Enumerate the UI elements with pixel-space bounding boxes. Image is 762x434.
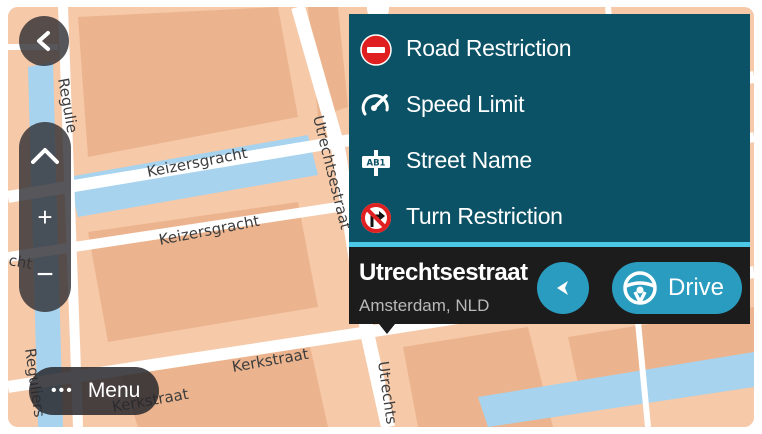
zoom-in-button[interactable]: +: [19, 194, 71, 240]
popup-back-button[interactable]: [537, 262, 589, 314]
menu-item-label: Turn Restriction: [406, 203, 563, 229]
perspective-toggle-button[interactable]: [19, 132, 71, 178]
drive-label: Drive: [668, 274, 725, 301]
dots-icon: •••: [51, 382, 74, 399]
zoom-out-button[interactable]: −: [19, 252, 71, 298]
location-info-bar: Utrechtsestraat Amsterdam, NLD Drive: [349, 247, 750, 324]
menu-item-turn-restriction[interactable]: Turn Restriction: [349, 190, 750, 246]
menu-label: Menu: [87, 379, 141, 402]
menu-item-street-name[interactable]: AB1 Street Name: [349, 134, 750, 190]
back-button[interactable]: [19, 16, 69, 66]
main-menu-button[interactable]: ••• Menu: [29, 367, 159, 415]
menu-item-label: Street Name: [406, 147, 532, 173]
speedometer-icon: [359, 89, 393, 123]
steering-wheel-icon: [623, 271, 657, 305]
menu-item-speed-limit[interactable]: Speed Limit: [349, 78, 750, 134]
popup-pointer: [379, 324, 395, 334]
city-country: Amsterdam, NLD: [359, 296, 490, 315]
street-name: Utrechtsestraat: [359, 259, 528, 286]
menu-item-label: Speed Limit: [406, 91, 525, 117]
report-options-list: Road Restriction Speed Limit AB1 Street …: [349, 14, 750, 242]
menu-item-road-restriction[interactable]: Road Restriction: [349, 22, 750, 78]
chevron-up-icon: [31, 148, 59, 164]
menu-item-label: Road Restriction: [406, 35, 572, 61]
drive-button[interactable]: Drive: [612, 262, 742, 314]
no-entry-icon: [359, 33, 393, 67]
no-right-turn-icon: [359, 201, 393, 235]
arrow-left-icon: [557, 281, 568, 295]
map-screen: Keizersgracht Keizersgracht Utrechtsestr…: [8, 7, 754, 427]
chevron-left-icon: [37, 31, 50, 51]
zoom-controls: + −: [19, 122, 71, 312]
report-popup: Road Restriction Speed Limit AB1 Street …: [349, 7, 750, 334]
street-sign-icon: AB1: [359, 145, 393, 179]
svg-text:AB1: AB1: [367, 159, 386, 169]
